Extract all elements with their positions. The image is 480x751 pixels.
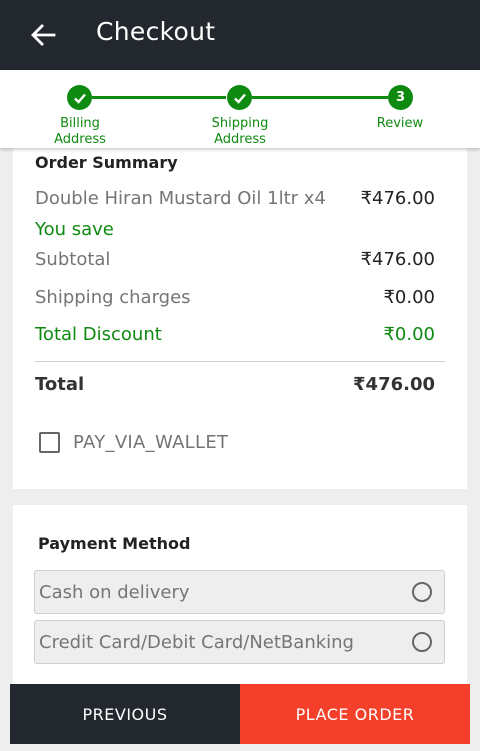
step-label-shipping: Shipping Address [211, 116, 269, 147]
discount-label: Total Discount [35, 324, 162, 345]
page-title: Checkout [96, 17, 216, 46]
order-summary-title: Order Summary [35, 153, 178, 172]
checkbox-box[interactable] [39, 432, 60, 453]
payment-option-label: Credit Card/Debit Card/NetBanking [39, 631, 354, 653]
step-label-billing: Billing Address [54, 116, 106, 147]
shipping-value: ₹0.00 [383, 287, 435, 308]
payment-option-label: Cash on delivery [39, 581, 190, 603]
you-save-label: You save [35, 219, 114, 240]
total-value: ₹476.00 [353, 374, 435, 395]
payment-method-card: Payment Method Cash on delivery Credit C… [13, 505, 467, 685]
you-save-row: You save [35, 219, 435, 240]
step-label-review: Review [376, 116, 424, 131]
back-arrow-icon[interactable] [30, 22, 56, 48]
shipping-row: Shipping charges ₹0.00 [35, 287, 435, 308]
checkout-screen: Checkout 3 Billing Address Shipping Addr… [0, 0, 480, 751]
payment-option-card-netbanking[interactable]: Credit Card/Debit Card/NetBanking [34, 620, 445, 664]
discount-value: ₹0.00 [383, 324, 435, 345]
checkout-stepper: 3 Billing Address Shipping Address Revie… [0, 70, 480, 148]
pay-via-wallet-label: PAY_VIA_WALLET [73, 432, 229, 453]
app-bar: Checkout [0, 0, 480, 70]
bottom-action-bar: PREVIOUS PLACE ORDER [10, 684, 470, 744]
total-row: Total ₹476.00 [35, 374, 435, 395]
step-connector [252, 96, 388, 99]
shipping-label: Shipping charges [35, 287, 191, 308]
step-review-number: 3 [388, 85, 413, 110]
discount-row: Total Discount ₹0.00 [35, 324, 435, 345]
payment-method-title: Payment Method [38, 534, 191, 553]
order-item-row: Double Hiran Mustard Oil 1ltr x4 ₹476.00 [35, 188, 435, 209]
step-billing-check-icon [67, 85, 92, 110]
place-order-button[interactable]: PLACE ORDER [240, 684, 470, 744]
subtotal-value: ₹476.00 [360, 249, 435, 270]
subtotal-label: Subtotal [35, 249, 111, 270]
previous-button[interactable]: PREVIOUS [10, 684, 240, 744]
radio-button[interactable] [412, 632, 432, 652]
payment-option-cod[interactable]: Cash on delivery [34, 570, 445, 614]
step-connector [92, 96, 226, 99]
order-summary-card: Order Summary Double Hiran Mustard Oil 1… [13, 148, 467, 489]
subtotal-row: Subtotal ₹476.00 [35, 249, 435, 270]
item-name: Double Hiran Mustard Oil 1ltr x4 [35, 188, 326, 209]
item-price: ₹476.00 [360, 188, 435, 209]
pay-via-wallet-checkbox[interactable]: PAY_VIA_WALLET [39, 432, 228, 453]
summary-divider [35, 361, 445, 362]
total-label: Total [35, 374, 85, 395]
step-shipping-check-icon [227, 85, 252, 110]
radio-button[interactable] [412, 582, 432, 602]
